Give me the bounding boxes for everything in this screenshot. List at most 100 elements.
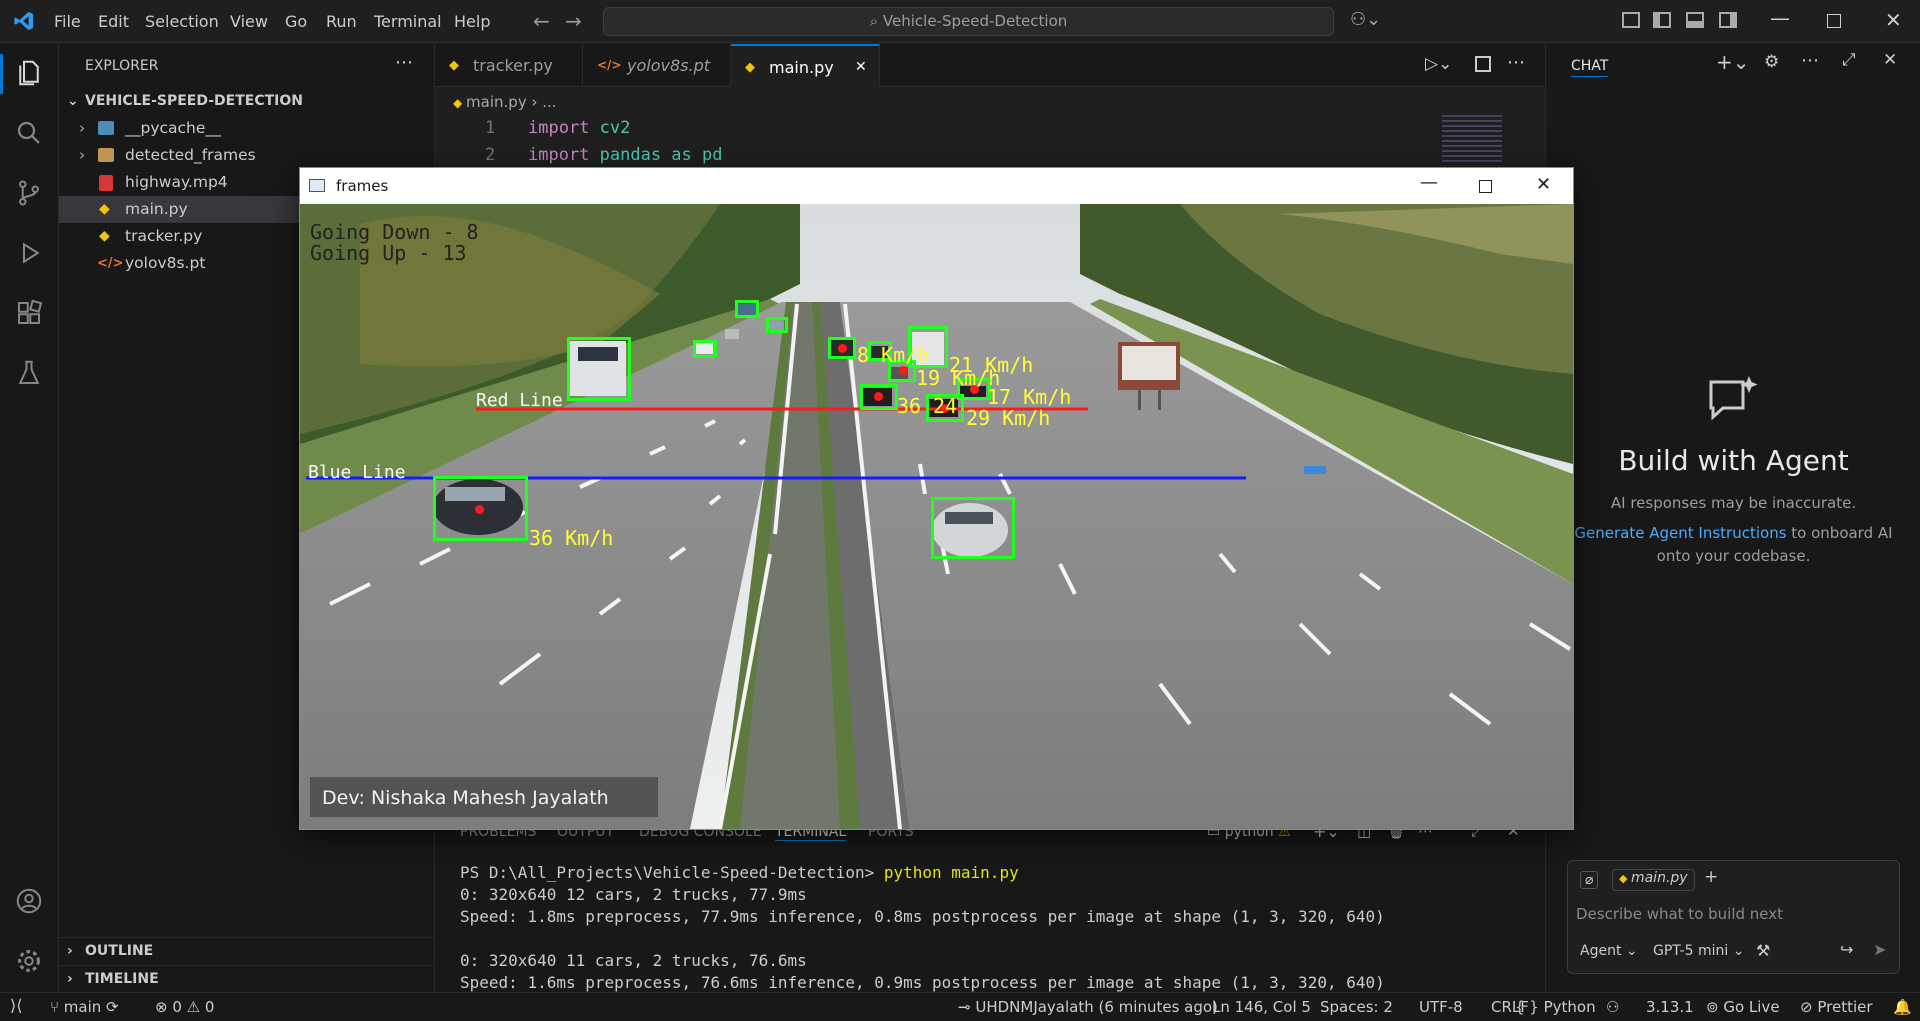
copilot-status-icon[interactable]: ⚇ bbox=[1606, 998, 1619, 1016]
layout-customize-icon[interactable] bbox=[1622, 12, 1640, 28]
close-icon[interactable]: ✕ bbox=[1536, 174, 1551, 195]
sync-icon: ⟳ bbox=[106, 998, 119, 1016]
copilot-icon[interactable]: ⚇⌄ bbox=[1350, 9, 1381, 30]
frames-window[interactable]: frames — ✕ Going Down - 8 Going Up - 13 … bbox=[299, 167, 1574, 830]
accounts-icon[interactable] bbox=[14, 886, 44, 916]
menu-terminal[interactable]: Terminal bbox=[374, 12, 442, 31]
extensions-icon[interactable] bbox=[14, 298, 44, 328]
editor-tabs: ◆ tracker.py </> yolov8s.pt ◆ main.py ✕ … bbox=[435, 44, 1545, 87]
close-tab-icon[interactable]: ✕ bbox=[855, 46, 867, 89]
restore-window-icon[interactable] bbox=[1827, 14, 1841, 28]
outline-section[interactable]: › OUTLINE bbox=[59, 938, 435, 965]
chat-header[interactable]: CHAT bbox=[1571, 58, 1609, 77]
frames-window-titlebar[interactable]: frames — ✕ bbox=[300, 168, 1573, 204]
notifications-bell-icon[interactable]: 🔔 bbox=[1893, 998, 1912, 1016]
toggle-secondary-sidebar-icon[interactable] bbox=[1719, 12, 1737, 28]
python-version[interactable]: 3.13.1 bbox=[1646, 998, 1694, 1016]
tab-main-py[interactable]: ◆ main.py ✕ bbox=[731, 44, 880, 87]
prettier-status[interactable]: ⊘ Prettier bbox=[1800, 998, 1873, 1016]
tab-tracker-py[interactable]: ◆ tracker.py bbox=[435, 44, 583, 87]
tree-item-pycache[interactable]: › __pycache__ bbox=[59, 115, 435, 142]
chat-title: Build with Agent bbox=[1618, 444, 1849, 477]
chat-input-placeholder[interactable]: Describe what to build next bbox=[1576, 905, 1783, 923]
testing-flask-icon[interactable] bbox=[14, 358, 44, 388]
chat-more-icon[interactable]: ⋯ bbox=[1801, 50, 1819, 71]
timeline-section[interactable]: › TIMELINE bbox=[59, 965, 435, 992]
menu-selection[interactable]: Selection bbox=[145, 12, 219, 31]
menu-run[interactable]: Run bbox=[326, 12, 357, 31]
chevron-right-icon: › bbox=[67, 971, 73, 987]
search-view-icon[interactable] bbox=[14, 118, 44, 148]
python-file-icon: ◆ bbox=[1619, 872, 1631, 885]
tools-icon[interactable]: ⚒ bbox=[1756, 941, 1770, 960]
detection-box bbox=[766, 317, 788, 333]
problems-indicator[interactable]: ⊗ 0 ⚠ 0 bbox=[155, 998, 214, 1016]
run-debug-icon[interactable] bbox=[14, 238, 44, 268]
tracking-dot bbox=[899, 366, 908, 375]
explorer-root-folder[interactable]: ⌄ VEHICLE-SPEED-DETECTION bbox=[59, 88, 435, 115]
add-context-icon[interactable]: + bbox=[1704, 867, 1718, 887]
close-chat-icon[interactable]: ✕ bbox=[1883, 50, 1897, 70]
attach-icon[interactable]: ⌀ bbox=[1580, 871, 1599, 889]
maximize-chat-icon[interactable]: ⤢ bbox=[1842, 50, 1856, 70]
explorer-files-icon[interactable] bbox=[14, 58, 44, 88]
detection-box bbox=[931, 497, 1015, 559]
warning-icon: ⚠ bbox=[186, 998, 205, 1016]
tree-item-detected-frames[interactable]: › detected_frames bbox=[59, 142, 435, 169]
explorer-more-icon[interactable]: ⋯ bbox=[395, 52, 413, 73]
remote-icon[interactable]: ⟩⟨ bbox=[10, 996, 22, 1015]
tracking-dot bbox=[475, 505, 484, 514]
title-bar: File Edit Selection View Go Run Terminal… bbox=[0, 0, 1920, 43]
python-file-icon: ◆ bbox=[745, 60, 755, 75]
menu-file[interactable]: File bbox=[54, 12, 81, 31]
minimize-window-icon[interactable]: — bbox=[1770, 6, 1790, 30]
branch-indicator[interactable]: ⑂ main ⟳ bbox=[50, 998, 119, 1016]
menu-go[interactable]: Go bbox=[285, 12, 307, 31]
terminal-prompt-line[interactable]: PS D:\All_Projects\Vehicle-Speed-Detecti… bbox=[460, 863, 1019, 882]
cursor-position[interactable]: Ln 146, Col 5 bbox=[1212, 998, 1311, 1016]
minimap[interactable] bbox=[1442, 115, 1502, 165]
settings-gear-icon[interactable] bbox=[14, 946, 44, 976]
run-file-icon[interactable]: ▷⌄ bbox=[1425, 54, 1452, 74]
git-blame[interactable]: ⊸ UHDNMJayalath (6 minutes ago) bbox=[958, 998, 1218, 1016]
language-mode[interactable]: { } Python bbox=[1515, 998, 1596, 1016]
chat-mode-select[interactable]: Agent ⌄ bbox=[1580, 943, 1638, 959]
indentation[interactable]: Spaces: 2 bbox=[1320, 998, 1393, 1016]
go-live-button[interactable]: ⊚ Go Live bbox=[1706, 998, 1780, 1016]
encoding[interactable]: UTF-8 bbox=[1419, 998, 1463, 1016]
tracking-dot bbox=[874, 392, 883, 401]
editor-more-icon[interactable]: ⋯ bbox=[1507, 52, 1525, 73]
context-file-chip[interactable]: ◆ main.py bbox=[1612, 869, 1695, 891]
speed-label: 29 Km/h bbox=[966, 406, 1051, 430]
chat-model-select[interactable]: GPT-5 mini ⌄ bbox=[1653, 943, 1744, 959]
send-icon[interactable]: ➤ bbox=[1873, 940, 1886, 959]
forward-arrow-icon[interactable]: → bbox=[565, 9, 582, 33]
split-editor-icon[interactable] bbox=[1475, 56, 1491, 72]
back-arrow-icon[interactable]: ← bbox=[533, 9, 550, 33]
generate-instructions-link[interactable]: Generate Agent Instructions bbox=[1574, 524, 1786, 542]
breadcrumb[interactable]: ◆ main.py › ... bbox=[453, 93, 557, 111]
new-chat-icon[interactable]: +⌄ bbox=[1716, 50, 1750, 74]
code-line-2[interactable]: import pandas as pd bbox=[528, 145, 722, 165]
command-center-search[interactable]: ⌕ Vehicle-Speed-Detection bbox=[603, 7, 1334, 36]
minimize-icon[interactable]: — bbox=[1420, 172, 1438, 193]
code-line-1[interactable]: import cv2 bbox=[528, 118, 630, 138]
maximize-icon[interactable] bbox=[1479, 180, 1492, 193]
delegate-arrow-icon[interactable]: ↪ bbox=[1840, 940, 1853, 959]
terminal-command: python main.py bbox=[883, 863, 1019, 882]
git-branch-icon: ⑂ bbox=[50, 998, 64, 1016]
toggle-panel-icon[interactable] bbox=[1686, 12, 1704, 28]
error-icon: ⊗ bbox=[155, 998, 173, 1016]
menu-view[interactable]: View bbox=[230, 12, 268, 31]
menu-help[interactable]: Help bbox=[454, 12, 490, 31]
source-control-icon[interactable] bbox=[14, 178, 44, 208]
chat-settings-gear-icon[interactable]: ⚙ bbox=[1764, 52, 1779, 72]
toggle-sidebar-icon[interactable] bbox=[1653, 12, 1671, 28]
python-file-icon: ◆ bbox=[449, 58, 459, 73]
close-window-icon[interactable]: ✕ bbox=[1885, 8, 1902, 32]
chevron-right-icon: › bbox=[79, 119, 86, 137]
menu-edit[interactable]: Edit bbox=[98, 12, 129, 31]
chat-input-box[interactable]: ⌀ ◆ main.py + Describe what to build nex… bbox=[1567, 860, 1900, 974]
python-file-icon: ◆ bbox=[453, 96, 467, 110]
tab-yolov8s-pt[interactable]: </> yolov8s.pt bbox=[583, 44, 731, 87]
